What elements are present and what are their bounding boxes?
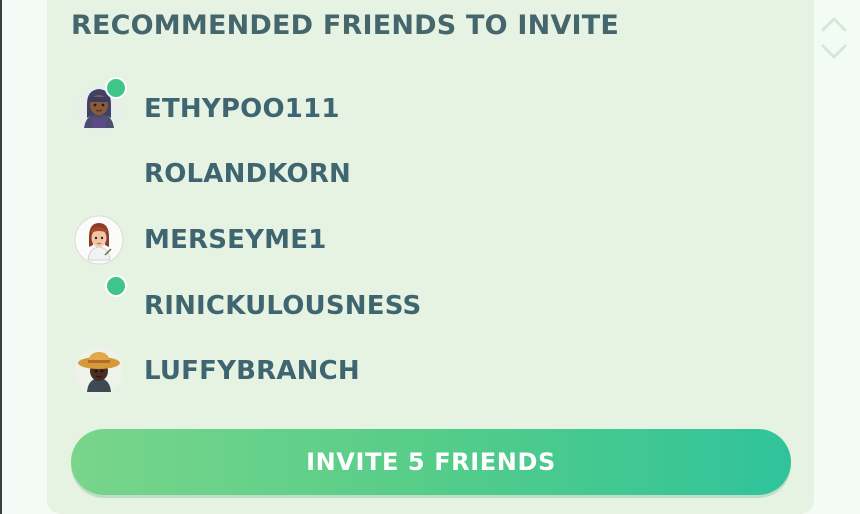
friend-row-5[interactable]: LUFFYBRANCH	[60, 341, 760, 401]
online-status-icon	[105, 275, 127, 297]
friend-name: MERSEYME1	[144, 225, 327, 255]
friend-row-3[interactable]: MERSEYME1	[60, 210, 760, 270]
friend-row-2[interactable]: ROLANDKORN	[60, 144, 760, 204]
friend-name: ROLANDKORN	[144, 159, 352, 189]
scroll-controls	[806, 6, 860, 70]
friend-row-4[interactable]: RINICKULOUSNESS	[60, 275, 760, 336]
trainer-avatar-icon	[75, 347, 123, 395]
friend-name: RINICKULOUSNESS	[144, 291, 422, 321]
trainer-avatar-icon	[74, 215, 124, 265]
friend-name: LUFFYBRANCH	[144, 356, 360, 386]
chevron-up-icon[interactable]	[820, 14, 848, 34]
chevron-down-icon[interactable]	[820, 42, 848, 62]
friend-name: ETHYPOO111	[144, 94, 340, 124]
invite-friends-button[interactable]: INVITE 5 FRIENDS	[71, 429, 791, 495]
recommended-friends-list: ETHYPOO111 ROLANDKORN MERSEYME1 RINICKUL…	[0, 0, 860, 420]
friend-row-1[interactable]: ETHYPOO111	[60, 77, 760, 139]
online-status-icon	[105, 77, 127, 99]
